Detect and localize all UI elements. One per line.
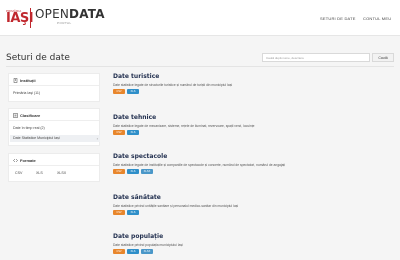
format-badge[interactable]: XLS bbox=[127, 169, 139, 174]
format-badges: CSV XLS bbox=[113, 89, 139, 94]
format-xls[interactable]: XLS bbox=[36, 171, 43, 175]
list-icon bbox=[13, 113, 18, 118]
format-badges: CSV XLS bbox=[113, 210, 139, 215]
search-button[interactable]: Caută bbox=[372, 53, 394, 62]
top-navbar: PRIMĂRIA IAŞI OPENDATA PORTAL SETURI DE … bbox=[0, 0, 400, 36]
format-badges: CSV XLS XLSX bbox=[113, 249, 153, 254]
dataset-title[interactable]: Date spectacole bbox=[113, 153, 167, 160]
dataset-description: Date statistice privind populația munici… bbox=[113, 243, 183, 247]
format-badge[interactable]: XLS bbox=[127, 210, 139, 215]
format-badge[interactable]: CSV bbox=[113, 249, 125, 254]
primaria-iasi-logo[interactable]: PRIMĂRIA IAŞI bbox=[6, 9, 34, 27]
dataset-item: Date sănătate Date statistice privind un… bbox=[113, 194, 393, 220]
facet-divider bbox=[9, 85, 99, 86]
dataset-item: Date turistice Date statistice legate de… bbox=[113, 73, 393, 99]
dataset-title[interactable]: Date populație bbox=[113, 233, 163, 240]
dataset-title[interactable]: Date tehnice bbox=[113, 114, 156, 121]
format-badge[interactable]: XLSX bbox=[141, 169, 153, 174]
dataset-description: Date statistice privind unitățile sanita… bbox=[113, 204, 239, 208]
page-title: Seturi de date bbox=[6, 53, 70, 63]
format-badge[interactable]: XLS bbox=[127, 249, 139, 254]
nav-seturi-de-date[interactable]: SETURI DE DATE bbox=[320, 16, 356, 21]
logo-divider bbox=[30, 8, 31, 28]
nav-contul-meu[interactable]: CONTUL MEU bbox=[363, 16, 391, 21]
facet-title: Instituții bbox=[20, 78, 36, 83]
format-badge[interactable]: CSV bbox=[113, 89, 125, 94]
dataset-description: Date statistice legate de structurile tu… bbox=[113, 83, 233, 87]
format-badge[interactable]: XLSX bbox=[141, 249, 153, 254]
format-badge[interactable]: CSV bbox=[113, 169, 125, 174]
facet-clasificare: Clasificare Date în timp real (2) Date S… bbox=[8, 108, 100, 146]
format-badge[interactable]: CSV bbox=[113, 210, 125, 215]
format-csv[interactable]: CSV bbox=[15, 171, 22, 175]
facet-divider bbox=[9, 165, 99, 166]
facet-item-date-timp-real[interactable]: Date în timp real (2) bbox=[13, 126, 45, 130]
dataset-description: Date statistice legate de instituțiile ș… bbox=[113, 163, 286, 167]
facet-title: Clasificare bbox=[20, 113, 41, 118]
dataset-item: Date populație Date statistice privind p… bbox=[113, 233, 393, 259]
dataset-title[interactable]: Date sănătate bbox=[113, 194, 161, 201]
institution-icon bbox=[13, 78, 18, 83]
facet-item-primaria-iasi[interactable]: Primăria Iaşi (11) bbox=[13, 91, 40, 95]
format-badge[interactable]: XLS bbox=[127, 130, 139, 135]
brand-open: OPEN bbox=[35, 7, 70, 21]
format-badge[interactable]: XLS bbox=[127, 89, 139, 94]
title-divider bbox=[6, 66, 394, 67]
format-badge[interactable]: CSV bbox=[113, 130, 125, 135]
brand-subtitle: PORTAL bbox=[57, 21, 72, 25]
facet-item-date-statistice[interactable]: Date Statistice Municipiul Iași › bbox=[10, 135, 100, 142]
code-icon bbox=[13, 158, 18, 163]
brand-data: DATA bbox=[69, 7, 105, 21]
dataset-item: Date tehnice Date statistice legate de m… bbox=[113, 114, 393, 140]
dataset-item: Date spectacole Date statistice legate d… bbox=[113, 153, 393, 179]
facet-item-label: Date Statistice Municipiul Iași bbox=[13, 136, 60, 140]
facet-formate: Formate CSV XLS XLSX bbox=[8, 153, 100, 182]
format-badges: CSV XLS XLSX bbox=[113, 169, 153, 174]
chevron-right-icon: › bbox=[96, 136, 98, 141]
facet-divider bbox=[9, 120, 99, 121]
format-badges: CSV XLS bbox=[113, 130, 139, 135]
facet-title: Formate bbox=[20, 158, 36, 163]
search-input[interactable] bbox=[262, 53, 370, 62]
facet-institutii: Instituții Primăria Iaşi (11) bbox=[8, 73, 100, 102]
dataset-description: Date statistice legate de mecanizare, si… bbox=[113, 124, 255, 128]
dataset-title[interactable]: Date turistice bbox=[113, 73, 159, 80]
opendata-brand[interactable]: OPENDATA bbox=[35, 8, 105, 20]
format-xlsx[interactable]: XLSX bbox=[57, 171, 66, 175]
